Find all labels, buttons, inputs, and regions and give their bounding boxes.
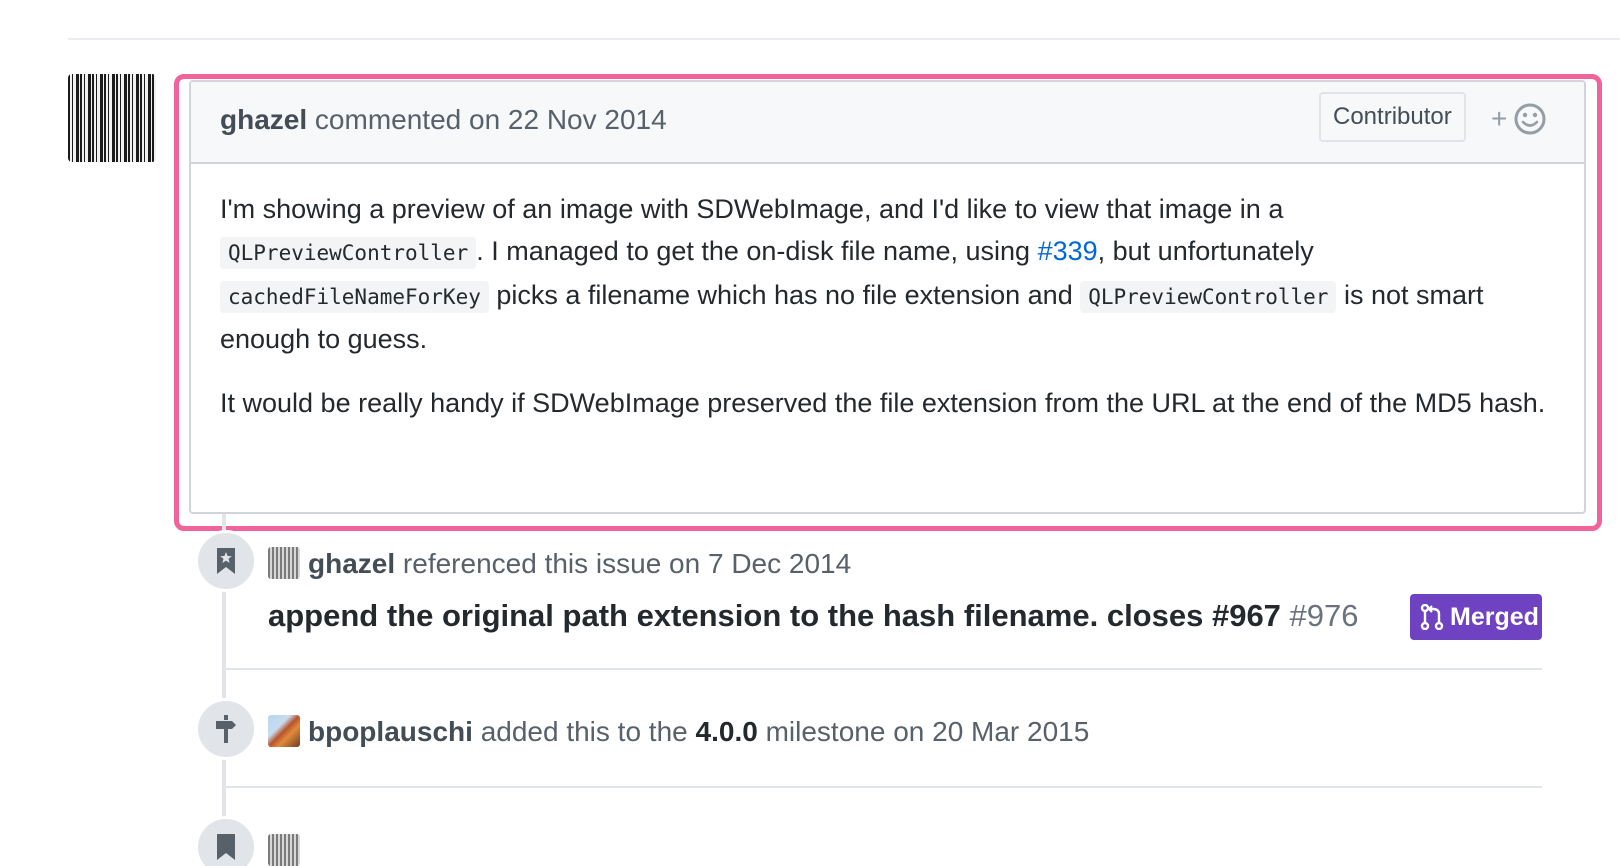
pull-request-title[interactable]: append the original path extension to th… — [268, 598, 1359, 634]
milestone-event: bpoplauschi added this to the 4.0.0 mile… — [268, 715, 1089, 748]
reference-badge — [195, 530, 257, 592]
event-divider — [222, 786, 1542, 788]
event-actor-link[interactable]: bpoplauschi — [308, 716, 473, 747]
next-event-badge — [195, 816, 257, 866]
actor-avatar[interactable] — [268, 547, 300, 579]
event-divider — [222, 668, 1542, 670]
event-action: referenced this issue on 7 Dec 2014 — [402, 548, 852, 579]
git-merge-icon — [1420, 604, 1444, 630]
milestone-link[interactable]: 4.0.0 — [696, 716, 758, 747]
actor-avatar[interactable] — [268, 834, 300, 866]
divider — [68, 38, 1620, 40]
pr-title-text[interactable]: append the original path extension to th… — [268, 598, 1281, 633]
event-action: added this to the — [480, 716, 688, 747]
event-action: milestone on 20 Mar 2015 — [765, 716, 1090, 747]
actor-avatar[interactable] — [268, 715, 300, 747]
merged-state-badge: Merged — [1410, 594, 1542, 640]
event-actor-link[interactable]: ghazel — [308, 548, 395, 579]
highlight-frame — [174, 74, 1602, 531]
merged-label: Merged — [1450, 603, 1539, 631]
reference-event: ghazel referenced this issue on 7 Dec 20… — [268, 547, 851, 580]
milestone-badge — [195, 698, 257, 760]
issue-timeline: ghazel commented on 22 Nov 2014 Contribu… — [0, 0, 1620, 866]
author-avatar[interactable] — [68, 74, 156, 162]
pr-number[interactable]: #976 — [1290, 598, 1359, 633]
milestone-icon — [216, 715, 236, 743]
bookmark-icon — [217, 548, 235, 574]
bookmark-icon — [217, 834, 235, 860]
